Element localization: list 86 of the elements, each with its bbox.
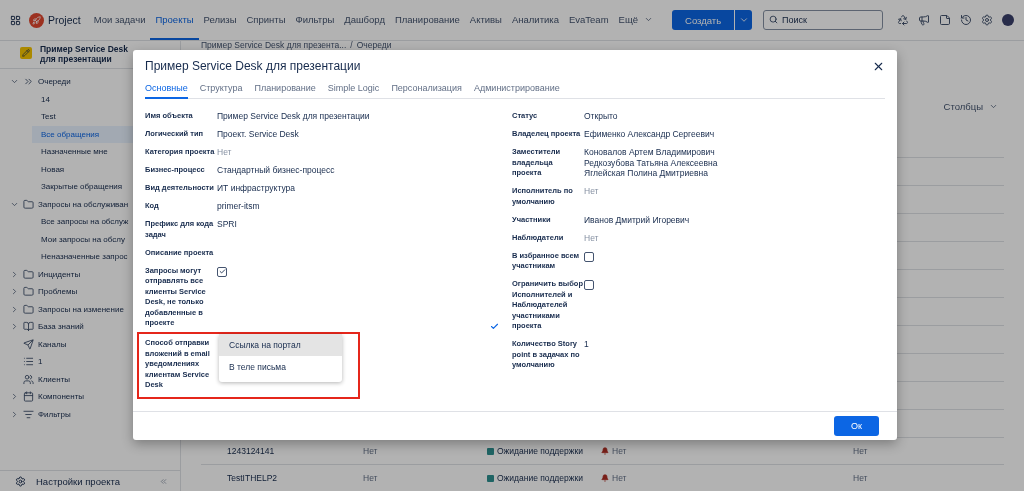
tab[interactable]: Simple Logic xyxy=(327,83,380,99)
filter-icon xyxy=(23,408,34,420)
field-value: Пример Service Desk для презентации xyxy=(217,111,371,122)
app-name: Project xyxy=(48,14,81,26)
bell-icon xyxy=(601,447,609,455)
settings-icon[interactable] xyxy=(981,14,993,26)
nav-tab[interactable]: Планирование xyxy=(389,0,465,40)
components-icon xyxy=(23,391,34,403)
search-icon xyxy=(769,15,778,24)
nav-tab[interactable]: Аналитика xyxy=(506,0,564,40)
field-value: Яглейская Полина Дмитриевна xyxy=(584,168,709,179)
caret-icon xyxy=(738,15,749,25)
check-icon xyxy=(218,268,226,275)
history-icon[interactable] xyxy=(960,14,972,26)
breadcrumb-link[interactable]: Пример Service Desk для презента... xyxy=(201,41,347,50)
check-icon xyxy=(490,322,499,331)
field-value: primer-itsm xyxy=(217,201,261,212)
table-cell-text: Нет xyxy=(363,446,379,456)
tab[interactable]: Персонализация xyxy=(391,83,462,99)
tab[interactable]: Администрирование xyxy=(473,83,560,99)
folder-icon xyxy=(23,198,34,210)
app-grid-icon[interactable] xyxy=(10,14,21,26)
nav-tab[interactable]: Активы xyxy=(464,0,507,40)
people-icon xyxy=(23,373,34,385)
dropdown-option[interactable]: В теле письма xyxy=(219,356,342,378)
settings-icon[interactable] xyxy=(15,475,26,487)
folder-icon xyxy=(23,268,34,280)
nav-tab[interactable]: EvaTeam xyxy=(563,0,614,40)
table-cell-text: Нет xyxy=(853,446,869,456)
breadcrumb-separator: / xyxy=(350,41,353,50)
create-button[interactable]: Создать xyxy=(672,10,735,30)
nav-tab[interactable]: Спринты xyxy=(241,0,291,40)
project-title: Пример Service Desk для презентации xyxy=(40,44,130,64)
columns-button[interactable]: Столбцы xyxy=(937,100,1004,113)
megaphone-icon[interactable] xyxy=(918,14,930,26)
nav-tab[interactable]: Дашборд xyxy=(339,0,390,40)
priority-label: Нет xyxy=(612,446,627,456)
folder-icon xyxy=(23,303,34,315)
sidebar-item[interactable]: Компоненты xyxy=(0,388,180,406)
nav-tab[interactable]: Фильтры xyxy=(290,0,340,40)
table-cell-text: Нет xyxy=(363,473,379,483)
tab[interactable]: Структура xyxy=(199,83,243,99)
status-label: Ожидание поддержки xyxy=(497,473,583,483)
create-dropdown-button[interactable] xyxy=(734,10,753,30)
field-value: Нет xyxy=(217,147,233,158)
field-value: Нет xyxy=(584,186,600,197)
sidebar-item[interactable]: Фильтры xyxy=(0,405,180,423)
field-value: 1 xyxy=(584,339,590,350)
field-value: SPRI xyxy=(217,219,238,230)
avatar[interactable] xyxy=(1002,14,1014,26)
tab[interactable]: Основные xyxy=(145,83,188,99)
channel-icon xyxy=(23,338,34,350)
table-cell-text: TestITHELP2 xyxy=(227,473,279,483)
nav-tab[interactable]: Мои задачи xyxy=(88,0,151,40)
table-cell-text: 1243124141 xyxy=(227,446,276,456)
checkbox[interactable] xyxy=(584,251,594,262)
field-value: Иванов Дмитрий Игоревич xyxy=(584,214,691,225)
checkbox[interactable] xyxy=(584,280,594,290)
folder-icon xyxy=(23,286,34,298)
nav-tab[interactable]: Релизы xyxy=(198,0,242,40)
project-settings-link[interactable]: Настройки проекта xyxy=(36,475,149,487)
list-icon xyxy=(23,356,34,368)
field-value: ИТ инфраструктура xyxy=(217,183,296,194)
nav-tab[interactable]: Проекты xyxy=(150,0,199,40)
more-menu[interactable]: Ещё xyxy=(613,0,658,40)
field-value: Стандартный бизнес-процесс xyxy=(217,165,336,176)
priority-label: Нет xyxy=(612,473,627,483)
field-value: Редкозубова Татьяна Алексеевна xyxy=(584,157,719,168)
status-label: Ожидание поддержки xyxy=(497,446,583,456)
book-icon xyxy=(23,321,34,333)
field-value: Проект. Service Desk xyxy=(217,129,300,140)
ok-button[interactable]: Ок xyxy=(834,416,879,436)
field-value: Нет xyxy=(584,232,600,243)
note-icon[interactable] xyxy=(939,14,951,26)
tab[interactable]: Планирование xyxy=(254,83,316,99)
field-value: Открыто xyxy=(584,111,619,122)
field-value: Коновалов Артем Владимирович xyxy=(584,147,716,158)
caret-icon xyxy=(989,102,998,111)
checkbox[interactable] xyxy=(217,266,227,277)
dropdown-option[interactable]: Ссылка на портал xyxy=(219,334,342,356)
field-value: Ефименко Александр Сергеевич xyxy=(584,129,716,140)
table-cell-text: Нет xyxy=(853,473,869,483)
breadcrumb-link[interactable]: Очереди xyxy=(356,41,392,50)
bell-icon xyxy=(601,474,609,482)
search-field[interactable]: Поиск xyxy=(763,10,883,30)
dialog-title: Пример Service Desk для презентации xyxy=(145,59,361,73)
